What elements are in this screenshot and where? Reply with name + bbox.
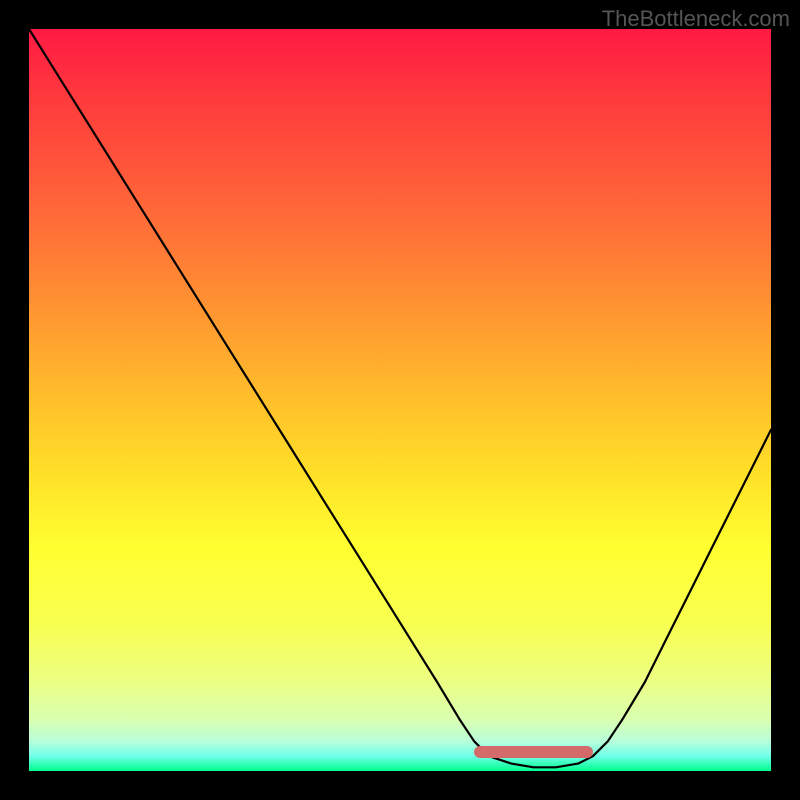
optimal-region-highlight	[474, 746, 593, 758]
watermark-text: TheBottleneck.com	[602, 6, 790, 32]
chart-plot-area	[29, 29, 771, 771]
bottleneck-curve	[29, 29, 771, 771]
